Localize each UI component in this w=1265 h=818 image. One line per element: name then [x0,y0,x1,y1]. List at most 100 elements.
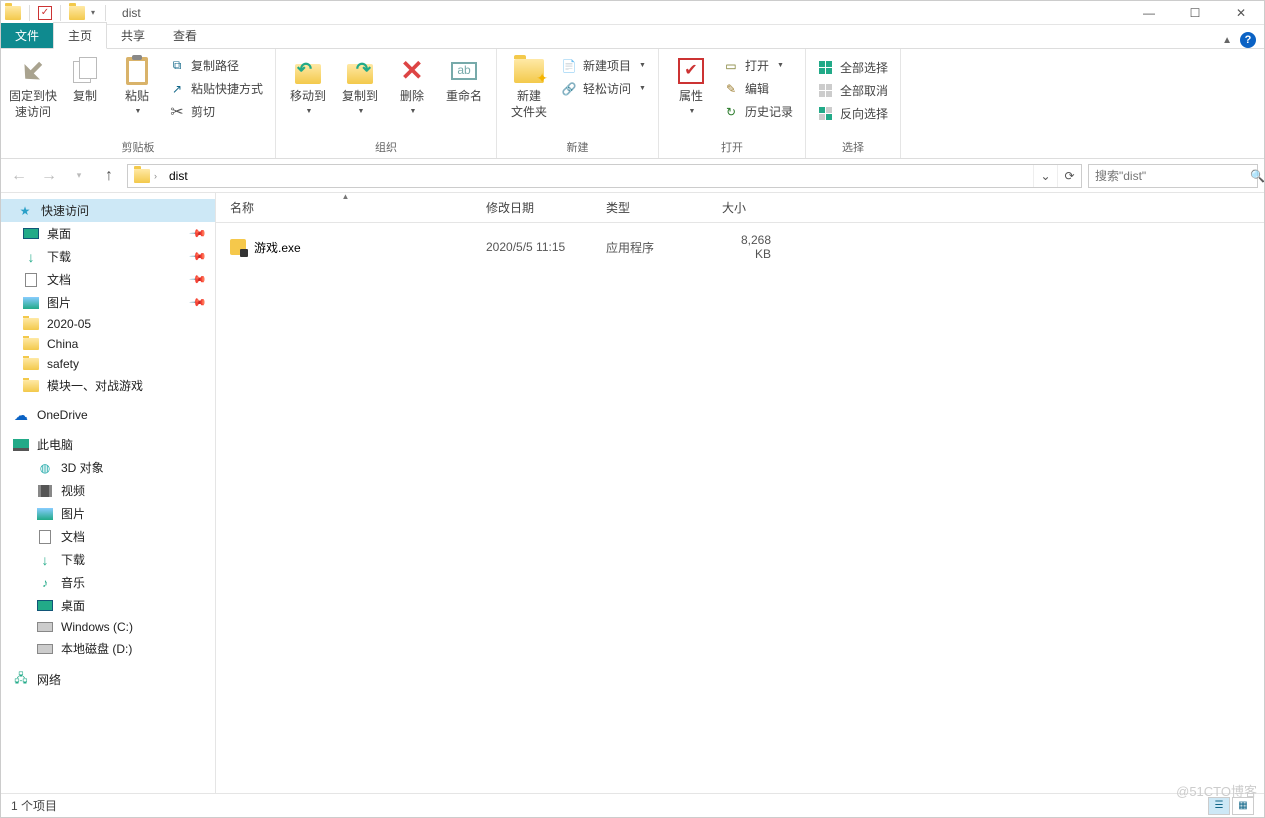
qat-dropdown-icon[interactable]: ▾ [89,8,97,17]
sidebar-downloads2[interactable]: ↓下载 [1,548,215,571]
tab-file[interactable]: 文件 [1,23,53,48]
new-item-button[interactable]: 📄新建项目▼ [557,55,650,76]
search-box[interactable]: 🔍 [1088,164,1258,188]
sidebar-folder-module1[interactable]: 模块一、对战游戏 [1,374,215,397]
help-icon[interactable]: ? [1240,32,1256,48]
address-bar[interactable]: › dist ⌄ ⟳ [127,164,1082,188]
status-text: 1 个项目 [11,797,57,814]
sidebar-drive-c[interactable]: Windows (C:) [1,617,215,637]
rename-button[interactable]: ab 重命名 [438,51,490,105]
address-dropdown-icon[interactable]: ⌄ [1033,165,1057,187]
sidebar-documents[interactable]: 文档📌 [1,268,215,291]
easy-access-icon: 🔗 [561,81,577,97]
pin-label: 固定到快 速访问 [9,89,57,120]
new-item-icon: 📄 [561,58,577,74]
select-all-icon [818,60,834,76]
file-type: 应用程序 [596,233,712,262]
group-clipboard-label: 剪贴板 [7,136,269,158]
music-icon: ♪ [37,576,53,590]
pin-to-quick-access-button[interactable]: 固定到快 速访问 [7,51,59,120]
copy-path-button[interactable]: ⧉复制路径 [165,55,267,76]
sidebar-folder-2020-05[interactable]: 2020-05 [1,314,215,334]
sidebar-quick-access[interactable]: ★快速访问 [1,199,215,222]
collapse-ribbon-icon[interactable]: ▲ [1222,35,1232,46]
sidebar-desktop[interactable]: 桌面📌 [1,222,215,245]
sidebar-this-pc[interactable]: 此电脑 [1,433,215,456]
select-none-button[interactable]: 全部取消 [814,80,892,101]
new-folder-icon [514,59,544,83]
properties-button[interactable]: 属性▼ [665,51,717,116]
group-select-label: 选择 [812,136,894,158]
pin-icon: 📌 [189,247,208,266]
delete-button[interactable]: ✕ 删除▼ [386,51,438,116]
navigation-sidebar: ★快速访问 桌面📌 ↓下载📌 文档📌 图片📌 2020-05 China saf… [1,193,216,793]
file-row[interactable]: 游戏.exe 2020/5/5 11:15 应用程序 8,268 KB [216,223,1264,271]
copy-to-button[interactable]: ↷ 复制到▼ [334,51,386,116]
pin-icon: 📌 [189,293,208,312]
desktop-icon [23,228,39,239]
folder-icon [23,380,39,392]
copy-button[interactable]: 复制 [59,51,111,105]
paste-button[interactable]: 粘贴 ▼ [111,51,163,116]
search-input[interactable] [1095,169,1250,183]
sidebar-music[interactable]: ♪音乐 [1,571,215,594]
sidebar-pictures2[interactable]: 图片 [1,502,215,525]
column-size[interactable]: 大小 [712,193,792,222]
search-icon: 🔍 [1250,169,1265,183]
tab-home[interactable]: 主页 [53,22,107,49]
drive-icon [37,644,53,654]
app-folder-icon [5,6,21,20]
invert-selection-button[interactable]: 反向选择 [814,103,892,124]
column-headers: ▲名称 修改日期 类型 大小 [216,193,1264,223]
easy-access-button[interactable]: 🔗轻松访问▼ [557,78,650,99]
file-list: ▲名称 修改日期 类型 大小 游戏.exe 2020/5/5 11:15 应用程… [216,193,1264,793]
minimize-button[interactable]: ― [1126,1,1172,25]
folder-icon [23,358,39,370]
sidebar-folder-safety[interactable]: safety [1,354,215,374]
document-icon [25,273,37,287]
back-button[interactable]: ← [7,164,31,188]
sidebar-3d-objects[interactable]: ◍3D 对象 [1,456,215,479]
sidebar-onedrive[interactable]: ☁OneDrive [1,405,215,425]
view-icons-button[interactable]: ▦ [1232,797,1254,815]
sidebar-downloads[interactable]: ↓下载📌 [1,245,215,268]
group-new-label: 新建 [503,136,652,158]
view-details-button[interactable]: ☰ [1208,797,1230,815]
navigation-bar: ← → ▾ ↑ › dist ⌄ ⟳ 🔍 [1,159,1264,193]
sidebar-desktop2[interactable]: 桌面 [1,594,215,617]
column-name[interactable]: ▲名称 [216,193,476,222]
sidebar-pictures[interactable]: 图片📌 [1,291,215,314]
file-name: 游戏.exe [254,239,301,256]
paste-shortcut-button[interactable]: ↗粘贴快捷方式 [165,78,267,99]
breadcrumb[interactable]: dist [169,169,188,183]
document-icon [39,530,51,544]
sidebar-videos[interactable]: 视频 [1,479,215,502]
close-button[interactable]: ✕ [1218,1,1264,25]
pin-icon: 📌 [189,224,208,243]
sidebar-documents2[interactable]: 文档 [1,525,215,548]
maximize-button[interactable]: ☐ [1172,1,1218,25]
column-type[interactable]: 类型 [596,193,712,222]
exe-icon [230,239,246,255]
edit-button[interactable]: ✎编辑 [719,78,797,99]
qat-open-icon[interactable] [69,6,85,20]
new-folder-button[interactable]: 新建 文件夹 [503,51,555,120]
pin-icon: 📌 [189,270,208,289]
sidebar-drive-d[interactable]: 本地磁盘 (D:) [1,637,215,660]
recent-dropdown-icon[interactable]: ▾ [67,164,91,188]
tab-share[interactable]: 共享 [107,23,159,48]
column-date[interactable]: 修改日期 [476,193,596,222]
up-button[interactable]: ↑ [97,164,121,188]
cut-button[interactable]: ✂剪切 [165,101,267,122]
select-all-button[interactable]: 全部选择 [814,57,892,78]
history-button[interactable]: ↻历史记录 [719,101,797,122]
sidebar-network[interactable]: 🖧网络 [1,668,215,691]
tab-view[interactable]: 查看 [159,23,211,48]
refresh-button[interactable]: ⟳ [1057,165,1081,187]
forward-button[interactable]: → [37,164,61,188]
qat-properties-icon[interactable]: ✓ [38,6,52,20]
move-to-button[interactable]: ↶ 移动到▼ [282,51,334,116]
open-icon: ▭ [723,58,739,74]
sidebar-folder-china[interactable]: China [1,334,215,354]
open-button[interactable]: ▭打开▼ [719,55,797,76]
